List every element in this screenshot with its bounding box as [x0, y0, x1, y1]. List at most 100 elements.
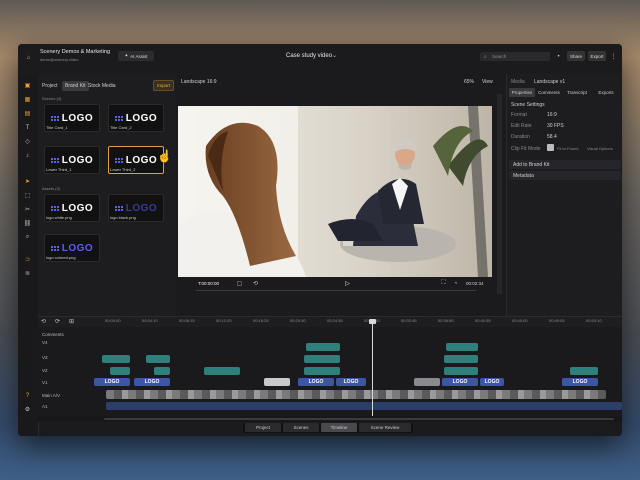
- tab-brand-kit[interactable]: Brand Kit: [62, 81, 89, 91]
- timeline-clip[interactable]: [444, 355, 478, 363]
- item-name: Lower Third_1: [46, 167, 72, 172]
- cut-icon[interactable]: ✂: [24, 206, 31, 213]
- shapes-icon[interactable]: ◇: [24, 138, 31, 145]
- vertical-scroll[interactable]: [497, 94, 502, 294]
- tab-exports[interactable]: Exports: [593, 88, 619, 97]
- share-button[interactable]: Share: [567, 51, 585, 61]
- tab-properties[interactable]: Properties: [509, 88, 535, 97]
- playhead[interactable]: [372, 319, 373, 417]
- format-value[interactable]: 16:9: [547, 112, 557, 118]
- image-clip[interactable]: [414, 378, 440, 386]
- play-icon[interactable]: ▷: [344, 280, 351, 287]
- audio-clip[interactable]: [106, 402, 622, 410]
- bottom-tabs: Project Scenes Timeline Scene Review: [243, 423, 413, 433]
- timeline-clip[interactable]: [306, 343, 340, 351]
- timeline-clip[interactable]: [304, 367, 340, 375]
- volume-icon[interactable]: ◔: [452, 280, 459, 287]
- text-icon[interactable]: T: [24, 124, 31, 131]
- help-icon[interactable]: ?: [24, 392, 31, 399]
- add-brand-row[interactable]: Add to Brand Kit: [509, 160, 621, 169]
- logo-clip[interactable]: LOGO: [94, 378, 130, 386]
- fit-frame-icon[interactable]: [547, 144, 554, 151]
- tab-project-view[interactable]: Project: [245, 423, 281, 432]
- export-button[interactable]: Export: [588, 51, 606, 61]
- fullscreen-icon[interactable]: ⛶: [440, 280, 447, 287]
- logo-clip[interactable]: LOGO: [442, 378, 478, 386]
- folder-icon[interactable]: ▣: [24, 82, 31, 89]
- timeline-clip[interactable]: [154, 367, 170, 375]
- timeline-ruler[interactable]: ⟲ ⟳ ⊞ 00:00:00 00:04:10 00:08:15 00:12:2…: [38, 317, 622, 327]
- tab-transcript[interactable]: Transcript: [563, 88, 591, 97]
- track-label: V2: [42, 368, 48, 373]
- project-title[interactable]: Case study video: [286, 53, 332, 59]
- workspace-email: demo@scenery.video: [40, 57, 79, 62]
- timeline-clip[interactable]: [102, 355, 130, 363]
- ruler-tick: 00:24:35: [327, 318, 343, 323]
- search-input[interactable]: ⌕ Search: [480, 52, 550, 61]
- timeline-clip[interactable]: [146, 355, 170, 363]
- snap-icon[interactable]: ⊞: [68, 318, 75, 325]
- ai-assist-label: AI Assist: [130, 53, 148, 59]
- timeline-clip[interactable]: [204, 367, 240, 375]
- logo-clip[interactable]: LOGO: [336, 378, 366, 386]
- tab-project[interactable]: Project: [42, 83, 58, 89]
- ruler-tick: 00:53:10: [586, 318, 602, 323]
- bell-icon[interactable]: •: [555, 53, 562, 60]
- duration-value[interactable]: 58.4: [547, 134, 557, 140]
- timeline-clip[interactable]: [110, 367, 130, 375]
- playhead-handle[interactable]: [369, 319, 376, 324]
- more-icon[interactable]: ⋮: [610, 53, 617, 60]
- view-menu[interactable]: View: [482, 79, 493, 85]
- redo-icon[interactable]: ⟳: [54, 318, 61, 325]
- calendar-icon[interactable]: ▦: [24, 96, 31, 103]
- image-clip[interactable]: [264, 378, 290, 386]
- video-frame[interactable]: [178, 106, 492, 277]
- timeline-clip[interactable]: [570, 367, 598, 375]
- zoom-level[interactable]: 65%: [464, 79, 474, 85]
- metadata-row[interactable]: Metadata: [509, 171, 621, 180]
- home-icon[interactable]: ⌂: [25, 54, 32, 61]
- tab-comments[interactable]: Comments: [536, 88, 562, 97]
- tab-scenes-view[interactable]: Scenes: [283, 423, 319, 432]
- panel-header-media[interactable]: Media: [511, 79, 525, 85]
- timeline-clip[interactable]: [446, 343, 478, 351]
- timeline-clip[interactable]: [304, 355, 340, 363]
- ai-assist-button[interactable]: ✦ AI Assist: [118, 51, 154, 61]
- logo-text: LOGO: [125, 154, 158, 166]
- scroll-thumb[interactable]: [104, 418, 614, 420]
- settings-icon[interactable]: ⚙: [24, 406, 31, 413]
- tab-stock-media[interactable]: Stock Media: [88, 83, 116, 89]
- logo-clip[interactable]: LOGO: [298, 378, 334, 386]
- pointer-icon[interactable]: ➤: [24, 178, 31, 185]
- edit-rate-value[interactable]: 30 FPS: [547, 123, 564, 129]
- scrub-bar[interactable]: [196, 290, 476, 291]
- logo-clip[interactable]: LOGO: [480, 378, 504, 386]
- main-av-clip[interactable]: [106, 390, 606, 399]
- link-icon[interactable]: ⛓: [24, 220, 32, 227]
- timeline-clip[interactable]: [444, 367, 478, 375]
- tab-timeline-view[interactable]: Timeline: [321, 423, 357, 432]
- ripple-icon[interactable]: ≋: [24, 270, 31, 277]
- track-label: Comments: [42, 332, 64, 337]
- select-icon[interactable]: ⬚: [24, 192, 31, 199]
- panel-header-sequence[interactable]: Landscape v1: [534, 79, 565, 85]
- prev-frame-icon[interactable]: ⟲: [252, 280, 259, 287]
- chevron-down-icon[interactable]: ⌄: [331, 52, 338, 59]
- zoom-icon[interactable]: ⌕: [24, 234, 31, 241]
- track-label: V3: [42, 355, 48, 360]
- tab-scene-review[interactable]: Scene Review: [359, 423, 411, 432]
- aspect-selector[interactable]: Landscape 16:9: [181, 79, 217, 85]
- media-icon[interactable]: ▤: [24, 110, 31, 117]
- visual-options[interactable]: Visual Options: [587, 146, 613, 151]
- workspace-name[interactable]: Scenery Demos & Marketing: [40, 49, 110, 55]
- fit-option[interactable]: Fit to Frame: [557, 146, 579, 151]
- logo-clip[interactable]: LOGO: [562, 378, 598, 386]
- magnet-icon[interactable]: ⊃: [24, 256, 31, 263]
- audio-icon[interactable]: ♪: [24, 152, 31, 159]
- logo-clip[interactable]: LOGO: [134, 378, 170, 386]
- viewer-panel: Landscape 16:9 65% View T:00:00:00 ▢ ⟲ ▷…: [176, 74, 506, 316]
- captions-icon[interactable]: ▢: [236, 280, 243, 287]
- undo-icon[interactable]: ⟲: [40, 318, 47, 325]
- timeline-scroll[interactable]: [38, 416, 622, 422]
- import-button[interactable]: Import: [153, 80, 174, 91]
